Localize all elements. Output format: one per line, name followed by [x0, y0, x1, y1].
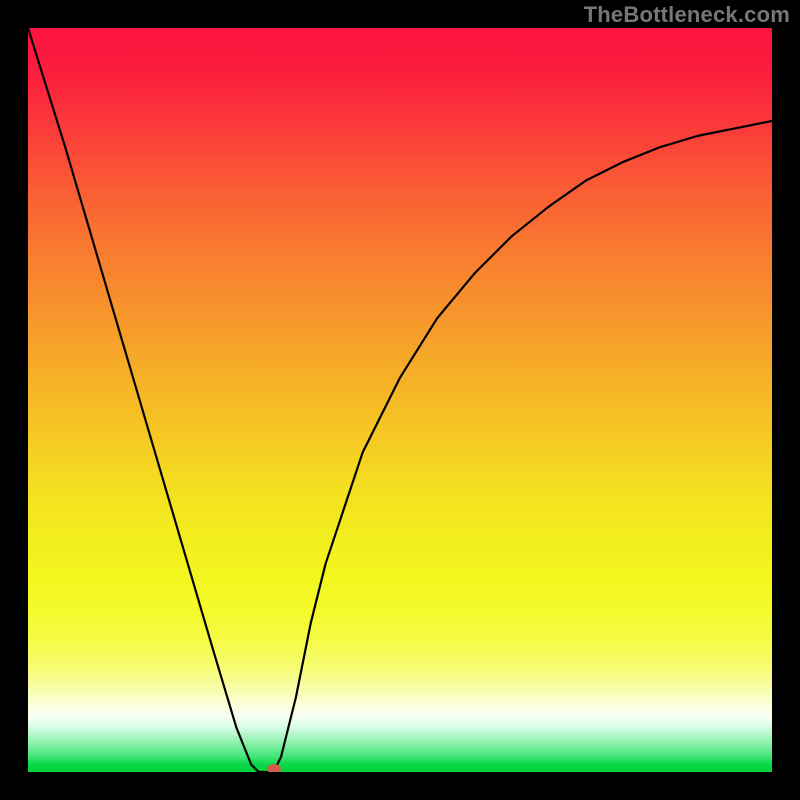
plot-area	[28, 28, 772, 772]
chart-frame: TheBottleneck.com	[0, 0, 800, 800]
bottleneck-curve	[28, 28, 772, 772]
watermark-text: TheBottleneck.com	[584, 2, 790, 28]
optimal-point-marker	[267, 764, 281, 772]
